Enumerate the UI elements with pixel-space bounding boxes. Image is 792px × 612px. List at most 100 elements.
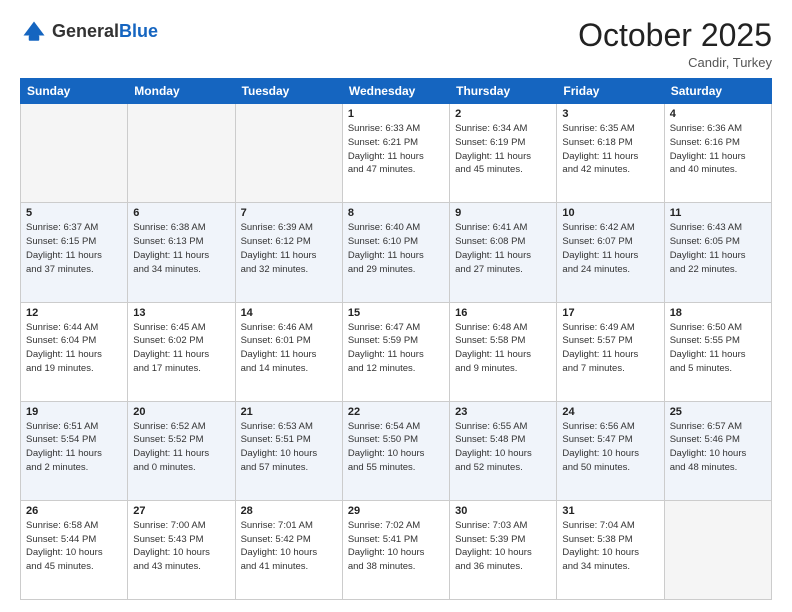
calendar-day-cell: 15Sunrise: 6:47 AM Sunset: 5:59 PM Dayli…	[342, 302, 449, 401]
day-number: 3	[562, 108, 658, 120]
day-info: Sunrise: 7:01 AM Sunset: 5:42 PM Dayligh…	[241, 519, 337, 574]
calendar-day-cell: 17Sunrise: 6:49 AM Sunset: 5:57 PM Dayli…	[557, 302, 664, 401]
calendar-day-cell: 26 Sunrise: 6:58 AM Sunset: 5:44 PM Dayli…	[21, 500, 128, 599]
day-number: 8	[348, 207, 444, 219]
day-info: Sunrise: 6:43 AM Sunset: 6:05 PM Dayligh…	[670, 221, 766, 276]
day-info: Sunrise: 6:44 AM Sunset: 6:04 PM Dayligh…	[26, 321, 122, 376]
day-number: 12	[26, 307, 122, 319]
day-number: 27	[133, 505, 229, 517]
day-number: 29	[348, 505, 444, 517]
calendar-header-cell: Friday	[557, 79, 664, 104]
calendar-day-cell: 2Sunrise: 6:34 AM Sunset: 6:19 PM Daylig…	[450, 104, 557, 203]
day-number: 7	[241, 207, 337, 219]
day-number: 28	[241, 505, 337, 517]
day-info: Sunrise: 6:35 AM Sunset: 6:18 PM Dayligh…	[562, 122, 658, 177]
day-info: Sunrise: 6:36 AM Sunset: 6:16 PM Dayligh…	[670, 122, 766, 177]
day-info: Sunrise: 6:42 AM Sunset: 6:07 PM Dayligh…	[562, 221, 658, 276]
calendar-day-cell: 16 Sunrise: 6:48 AM Sunset: 5:58 PM Dayli…	[450, 302, 557, 401]
calendar-day-cell: 22 Sunrise: 6:54 AM Sunset: 5:50 PM Dayli…	[342, 401, 449, 500]
calendar-day-cell: 4 Sunrise: 6:36 AM Sunset: 6:16 PM Daylig…	[664, 104, 771, 203]
calendar-header-cell: Wednesday	[342, 79, 449, 104]
day-info: Sunrise: 6:57 AM Sunset: 5:46 PM Dayligh…	[670, 420, 766, 475]
calendar-week-row: 5 Sunrise: 6:37 AM Sunset: 6:15 PM Daylig…	[21, 203, 772, 302]
day-number: 15	[348, 307, 444, 319]
day-number: 23	[455, 406, 551, 418]
calendar-week-row: 1Sunrise: 6:33 AM Sunset: 6:21 PM Daylig…	[21, 104, 772, 203]
day-number: 2	[455, 108, 551, 120]
logo: GeneralBlue	[20, 18, 158, 46]
calendar-header-cell: Thursday	[450, 79, 557, 104]
calendar-day-cell	[128, 104, 235, 203]
day-info: Sunrise: 7:03 AM Sunset: 5:39 PM Dayligh…	[455, 519, 551, 574]
calendar-day-cell: 12 Sunrise: 6:44 AM Sunset: 6:04 PM Dayli…	[21, 302, 128, 401]
calendar-week-row: 26 Sunrise: 6:58 AM Sunset: 5:44 PM Dayli…	[21, 500, 772, 599]
day-number: 18	[670, 307, 766, 319]
day-number: 20	[133, 406, 229, 418]
calendar-day-cell: 13 Sunrise: 6:45 AM Sunset: 6:02 PM Dayli…	[128, 302, 235, 401]
calendar-day-cell: 31 Sunrise: 7:04 AM Sunset: 5:38 PM Dayli…	[557, 500, 664, 599]
calendar-day-cell: 19 Sunrise: 6:51 AM Sunset: 5:54 PM Dayli…	[21, 401, 128, 500]
calendar-day-cell: 8 Sunrise: 6:40 AM Sunset: 6:10 PM Daylig…	[342, 203, 449, 302]
calendar-day-cell: 10 Sunrise: 6:42 AM Sunset: 6:07 PM Dayli…	[557, 203, 664, 302]
day-number: 19	[26, 406, 122, 418]
day-number: 13	[133, 307, 229, 319]
day-number: 17	[562, 307, 658, 319]
calendar-week-row: 19 Sunrise: 6:51 AM Sunset: 5:54 PM Dayli…	[21, 401, 772, 500]
calendar-day-cell	[664, 500, 771, 599]
calendar-day-cell: 7Sunrise: 6:39 AM Sunset: 6:12 PM Daylig…	[235, 203, 342, 302]
calendar-day-cell: 21 Sunrise: 6:53 AM Sunset: 5:51 PM Dayli…	[235, 401, 342, 500]
day-info: Sunrise: 6:40 AM Sunset: 6:10 PM Dayligh…	[348, 221, 444, 276]
calendar-day-cell: 25Sunrise: 6:57 AM Sunset: 5:46 PM Dayli…	[664, 401, 771, 500]
day-info: Sunrise: 6:53 AM Sunset: 5:51 PM Dayligh…	[241, 420, 337, 475]
day-info: Sunrise: 6:52 AM Sunset: 5:52 PM Dayligh…	[133, 420, 229, 475]
calendar-body: 1Sunrise: 6:33 AM Sunset: 6:21 PM Daylig…	[21, 104, 772, 600]
calendar-day-cell: 30 Sunrise: 7:03 AM Sunset: 5:39 PM Dayli…	[450, 500, 557, 599]
day-number: 9	[455, 207, 551, 219]
day-number: 21	[241, 406, 337, 418]
day-number: 22	[348, 406, 444, 418]
calendar-day-cell	[21, 104, 128, 203]
calendar-day-cell: 24Sunrise: 6:56 AM Sunset: 5:47 PM Dayli…	[557, 401, 664, 500]
calendar-day-cell: 11 Sunrise: 6:43 AM Sunset: 6:05 PM Dayli…	[664, 203, 771, 302]
day-number: 11	[670, 207, 766, 219]
day-number: 16	[455, 307, 551, 319]
day-number: 31	[562, 505, 658, 517]
day-info: Sunrise: 6:56 AM Sunset: 5:47 PM Dayligh…	[562, 420, 658, 475]
calendar-header-cell: Monday	[128, 79, 235, 104]
day-info: Sunrise: 6:38 AM Sunset: 6:13 PM Dayligh…	[133, 221, 229, 276]
location: Candir, Turkey	[578, 55, 772, 70]
day-info: Sunrise: 6:50 AM Sunset: 5:55 PM Dayligh…	[670, 321, 766, 376]
calendar-table: SundayMondayTuesdayWednesdayThursdayFrid…	[20, 78, 772, 600]
calendar-day-cell: 9 Sunrise: 6:41 AM Sunset: 6:08 PM Daylig…	[450, 203, 557, 302]
day-info: Sunrise: 6:51 AM Sunset: 5:54 PM Dayligh…	[26, 420, 122, 475]
calendar-day-cell: 29 Sunrise: 7:02 AM Sunset: 5:41 PM Dayli…	[342, 500, 449, 599]
calendar-day-cell: 27 Sunrise: 7:00 AM Sunset: 5:43 PM Dayli…	[128, 500, 235, 599]
day-info: Sunrise: 6:41 AM Sunset: 6:08 PM Dayligh…	[455, 221, 551, 276]
day-number: 4	[670, 108, 766, 120]
day-info: Sunrise: 6:45 AM Sunset: 6:02 PM Dayligh…	[133, 321, 229, 376]
calendar-day-cell: 23Sunrise: 6:55 AM Sunset: 5:48 PM Dayli…	[450, 401, 557, 500]
calendar-header-cell: Tuesday	[235, 79, 342, 104]
day-info: Sunrise: 6:48 AM Sunset: 5:58 PM Dayligh…	[455, 321, 551, 376]
page: GeneralBlue October 2025 Candir, Turkey …	[0, 0, 792, 612]
day-number: 14	[241, 307, 337, 319]
day-number: 10	[562, 207, 658, 219]
day-info: Sunrise: 7:04 AM Sunset: 5:38 PM Dayligh…	[562, 519, 658, 574]
day-info: Sunrise: 6:54 AM Sunset: 5:50 PM Dayligh…	[348, 420, 444, 475]
day-number: 30	[455, 505, 551, 517]
day-info: Sunrise: 6:37 AM Sunset: 6:15 PM Dayligh…	[26, 221, 122, 276]
day-info: Sunrise: 6:46 AM Sunset: 6:01 PM Dayligh…	[241, 321, 337, 376]
calendar-day-cell: 14 Sunrise: 6:46 AM Sunset: 6:01 PM Dayli…	[235, 302, 342, 401]
day-number: 1	[348, 108, 444, 120]
calendar-header-cell: Sunday	[21, 79, 128, 104]
day-number: 5	[26, 207, 122, 219]
month-title: October 2025	[578, 18, 772, 53]
calendar-day-cell	[235, 104, 342, 203]
day-info: Sunrise: 7:02 AM Sunset: 5:41 PM Dayligh…	[348, 519, 444, 574]
day-number: 6	[133, 207, 229, 219]
calendar-header-row: SundayMondayTuesdayWednesdayThursdayFrid…	[21, 79, 772, 104]
day-info: Sunrise: 6:58 AM Sunset: 5:44 PM Dayligh…	[26, 519, 122, 574]
day-info: Sunrise: 7:00 AM Sunset: 5:43 PM Dayligh…	[133, 519, 229, 574]
calendar-day-cell: 28 Sunrise: 7:01 AM Sunset: 5:42 PM Dayli…	[235, 500, 342, 599]
day-number: 26	[26, 505, 122, 517]
